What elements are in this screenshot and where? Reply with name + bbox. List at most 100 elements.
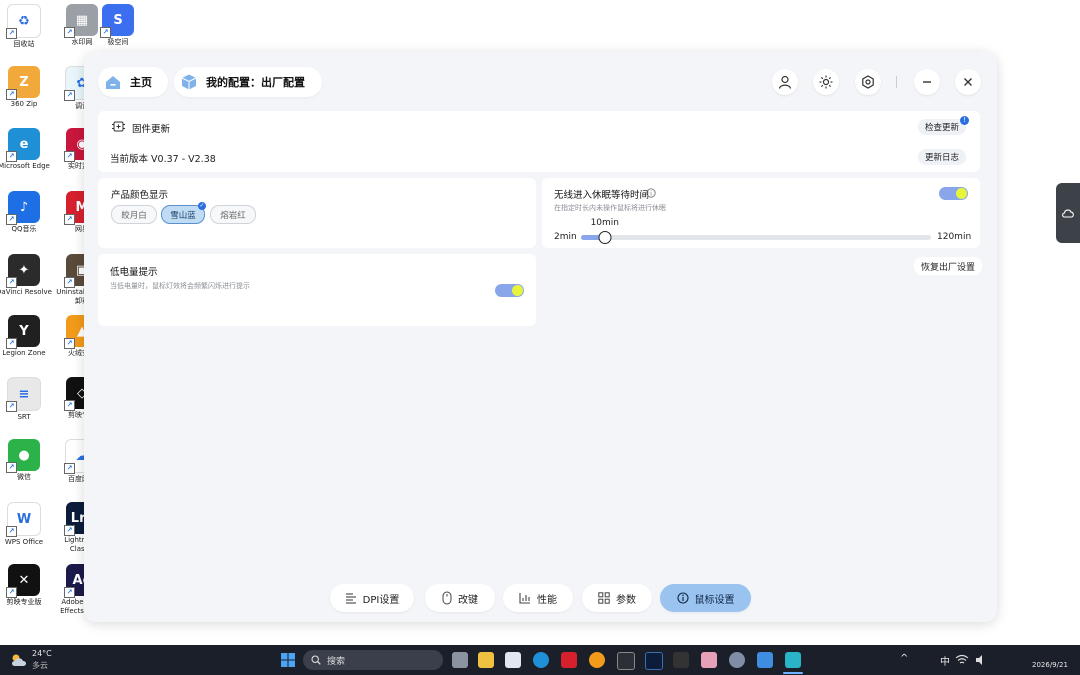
home-button[interactable]: 主页 [98, 67, 168, 97]
color-display-title: 产品颜色显示 [111, 190, 169, 201]
chatgpt-icon[interactable] [617, 652, 635, 670]
changelog-button[interactable]: 更新日志 [918, 149, 967, 165]
sleep-toggle[interactable] [939, 187, 968, 200]
shortcut-arrow-icon: ↗ [6, 587, 17, 598]
sleep-min-label: 2min [554, 232, 577, 242]
user-button[interactable] [772, 69, 798, 95]
mouse-app-icon[interactable] [785, 652, 801, 668]
sleep-slider-track[interactable] [581, 231, 931, 244]
sleep-current-value: 10min [590, 218, 620, 228]
desktop-app-icon: Y ↗ [6, 315, 40, 349]
header-divider [896, 76, 897, 88]
desktop-icon[interactable]: e ↗ Microsoft Edge [0, 128, 52, 171]
settings-button[interactable] [855, 69, 881, 95]
search-icon [311, 655, 321, 665]
legion-icon[interactable] [673, 652, 689, 668]
sleep-title: 无线进入休眠等待时间 [554, 190, 650, 201]
shortcut-arrow-icon: ↗ [64, 587, 75, 598]
lightroom-icon[interactable] [645, 652, 663, 670]
color-option-red[interactable]: 熔岩红 [210, 205, 256, 224]
firmware-card: 固件更新 检查更新 ! 当前版本 V0.37 - V2.38 更新日志 [98, 111, 980, 172]
file-explorer-icon[interactable] [478, 652, 494, 668]
shortcut-arrow-icon: ↗ [100, 27, 111, 38]
huorong-icon[interactable] [589, 652, 605, 668]
shortcut-arrow-icon: ↗ [64, 151, 75, 162]
minimize-icon [923, 81, 931, 83]
shortcut-arrow-icon: ↗ [64, 463, 75, 474]
color-option-white[interactable]: 皎月白 [111, 205, 157, 224]
desktop-icon[interactable]: W ↗ WPS Office [0, 502, 52, 547]
performance-icon [519, 593, 530, 604]
close-button[interactable] [955, 69, 981, 95]
windows-start-icon[interactable] [281, 653, 295, 667]
mouse-icon [442, 591, 452, 605]
task-view-icon[interactable] [452, 652, 468, 668]
photos-icon[interactable] [757, 652, 773, 668]
help-icon[interactable]: i [646, 188, 656, 198]
minimize-button[interactable] [914, 69, 940, 95]
shortcut-arrow-icon: ↗ [6, 89, 17, 100]
shortcut-arrow-icon: ↗ [6, 338, 17, 349]
taskbar: 24°C 多云 ^ 中 2026/9/21 [0, 645, 1080, 675]
wps-icon[interactable] [561, 652, 577, 668]
avatar-app-icon[interactable] [701, 652, 717, 668]
shortcut-arrow-icon: ↗ [64, 400, 75, 411]
weather-cloud-icon [12, 654, 26, 666]
desktop-icon[interactable]: ✕ ↗ 剪映专业版 [0, 564, 52, 607]
desktop-icon[interactable]: ♻ ↗ 回收站 [0, 4, 52, 49]
tab-dpi[interactable]: DPI设置 [330, 584, 414, 612]
desktop-app-icon: ≡ ↗ [6, 377, 41, 412]
desktop-icon[interactable]: ≡ ↗ SRT [0, 377, 52, 422]
store-icon[interactable] [505, 652, 521, 668]
desktop-icon[interactable]: Z ↗ 360 Zip [0, 66, 52, 109]
desktop-icon-label: WPS Office [4, 538, 44, 546]
sleep-slider-thumb[interactable] [598, 231, 612, 244]
desktop-icon[interactable]: ♪ ↗ QQ音乐 [0, 191, 52, 234]
desktop-icon[interactable]: Y ↗ Legion Zone [0, 315, 52, 358]
desktop-icon-label: Microsoft Edge [0, 162, 50, 170]
low-battery-title: 低电量提示 [110, 267, 158, 278]
close-icon [964, 78, 972, 86]
desktop-icon-label: DaVinci Resolve [0, 288, 52, 296]
restore-factory-button[interactable]: 恢复出厂设置 [914, 257, 983, 275]
wifi-icon[interactable] [955, 654, 969, 666]
desktop-icon-label: 360 Zip [10, 100, 38, 108]
desktop-app-icon: ♻ ↗ [6, 4, 41, 39]
tray-chevron-icon[interactable]: ^ [900, 653, 908, 664]
sleep-card: 无线进入休眠等待时间 i 在指定时长内未操作鼠标将进行休眠 10min 2min… [542, 178, 980, 248]
tab-performance[interactable]: 性能 [503, 584, 573, 612]
check-update-button[interactable]: 检查更新 [918, 119, 967, 135]
params-icon [598, 592, 610, 604]
volume-icon[interactable] [975, 654, 987, 666]
tab-params[interactable]: 参数 [582, 584, 652, 612]
svg-text:i: i [650, 190, 652, 198]
side-widget[interactable] [1056, 183, 1080, 243]
ime-indicator[interactable]: 中 [940, 653, 950, 668]
firmware-title: 固件更新 [132, 124, 171, 135]
cloud-sync-icon [1062, 209, 1074, 218]
taskbar-search[interactable]: 搜索 [303, 650, 443, 670]
config-selector[interactable]: 我的配置：出厂配置 [174, 67, 322, 97]
desktop-icon-label: SRT [17, 413, 31, 421]
tab-dpi-label: DPI设置 [362, 594, 400, 606]
desktop-icon[interactable]: ● ↗ 微信 [0, 439, 52, 482]
config-label: 我的配置：出厂配置 [206, 76, 305, 89]
shortcut-arrow-icon: ↗ [64, 90, 75, 101]
desktop-icon[interactable]: ✦ ↗ DaVinci Resolve [0, 254, 52, 297]
settings-app-icon[interactable] [729, 652, 745, 668]
desktop-icon[interactable]: S ↗ 极空间 [90, 4, 146, 47]
desktop-app-icon: e ↗ [6, 128, 40, 162]
low-battery-card: 低电量提示 当低电量时，鼠标灯效将会频繁闪烁进行提示 [98, 254, 536, 326]
tab-mouse-settings-label: 鼠标设置 [694, 594, 735, 606]
tab-remap[interactable]: 改键 [425, 584, 495, 612]
user-icon [778, 75, 792, 89]
edge-icon[interactable] [533, 652, 549, 668]
low-battery-toggle[interactable] [495, 284, 524, 297]
tab-remap-label: 改键 [458, 594, 478, 606]
desktop-app-icon: W ↗ [6, 502, 41, 537]
sun-icon [819, 75, 833, 89]
brightness-button[interactable] [813, 69, 839, 95]
toggle-knob [956, 188, 967, 199]
dpi-icon [345, 593, 356, 604]
tab-mouse-settings[interactable]: 鼠标设置 [660, 584, 751, 612]
